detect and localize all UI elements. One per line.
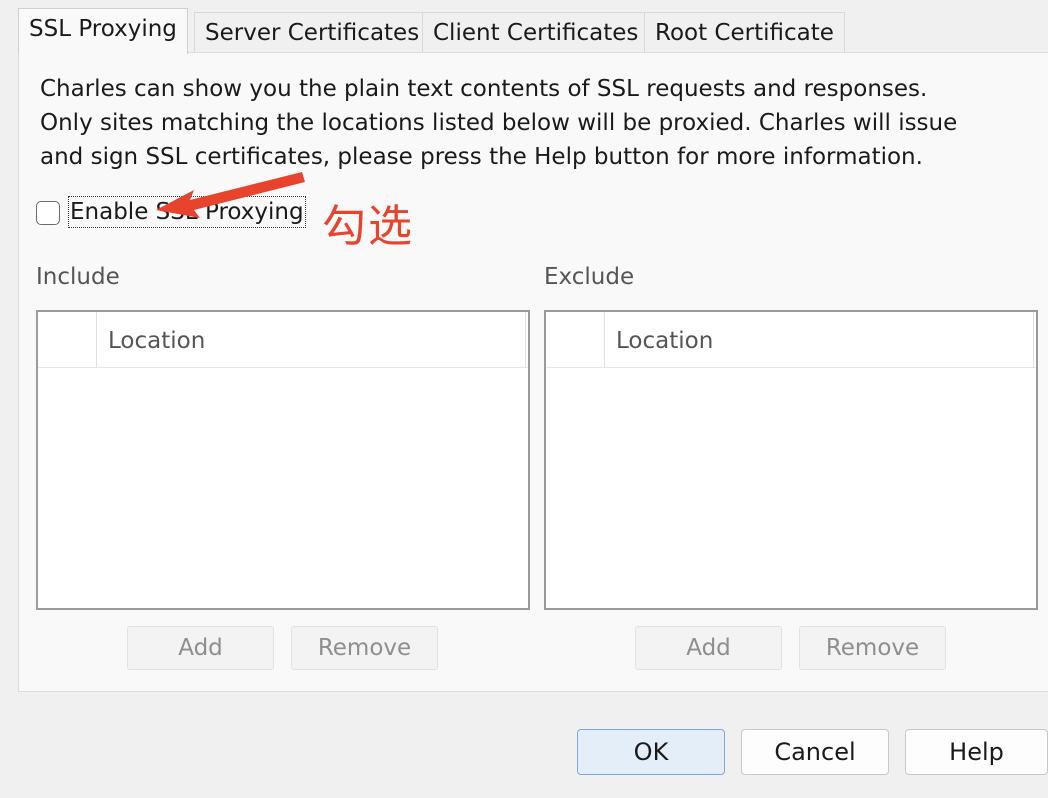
enable-ssl-checkbox[interactable]	[36, 201, 60, 225]
exclude-remove-button[interactable]: Remove	[799, 626, 946, 670]
include-remove-button[interactable]: Remove	[291, 626, 438, 670]
annotation-text: 勾选	[322, 201, 414, 252]
annotation-arrow-icon	[156, 172, 305, 218]
include-add-button[interactable]: Add	[127, 626, 274, 670]
include-table-header: Location	[38, 312, 528, 368]
include-table[interactable]: Location	[36, 310, 530, 610]
tab-client-certificates[interactable]: Client Certificates	[422, 12, 650, 52]
exclude-label: Exclude	[544, 264, 635, 290]
help-button[interactable]: Help	[905, 729, 1048, 775]
ok-button[interactable]: OK	[577, 729, 725, 775]
description-text: Charles can show you the plain text cont…	[40, 76, 958, 170]
exclude-add-button[interactable]: Add	[635, 626, 782, 670]
include-label: Include	[36, 264, 120, 290]
include-enabled-column[interactable]	[38, 312, 97, 368]
exclude-table[interactable]: Location	[544, 310, 1038, 610]
exclude-location-column[interactable]: Location	[616, 312, 713, 370]
tab-ssl-proxying[interactable]: SSL Proxying	[18, 8, 188, 54]
column-divider	[525, 312, 526, 368]
exclude-table-header: Location	[546, 312, 1036, 368]
tab-root-certificate[interactable]: Root Certificate	[644, 12, 845, 52]
include-location-column[interactable]: Location	[108, 312, 205, 370]
tab-server-certificates[interactable]: Server Certificates	[194, 12, 431, 52]
column-divider	[1033, 312, 1034, 368]
exclude-enabled-column[interactable]	[546, 312, 605, 368]
cancel-button[interactable]: Cancel	[741, 729, 889, 775]
